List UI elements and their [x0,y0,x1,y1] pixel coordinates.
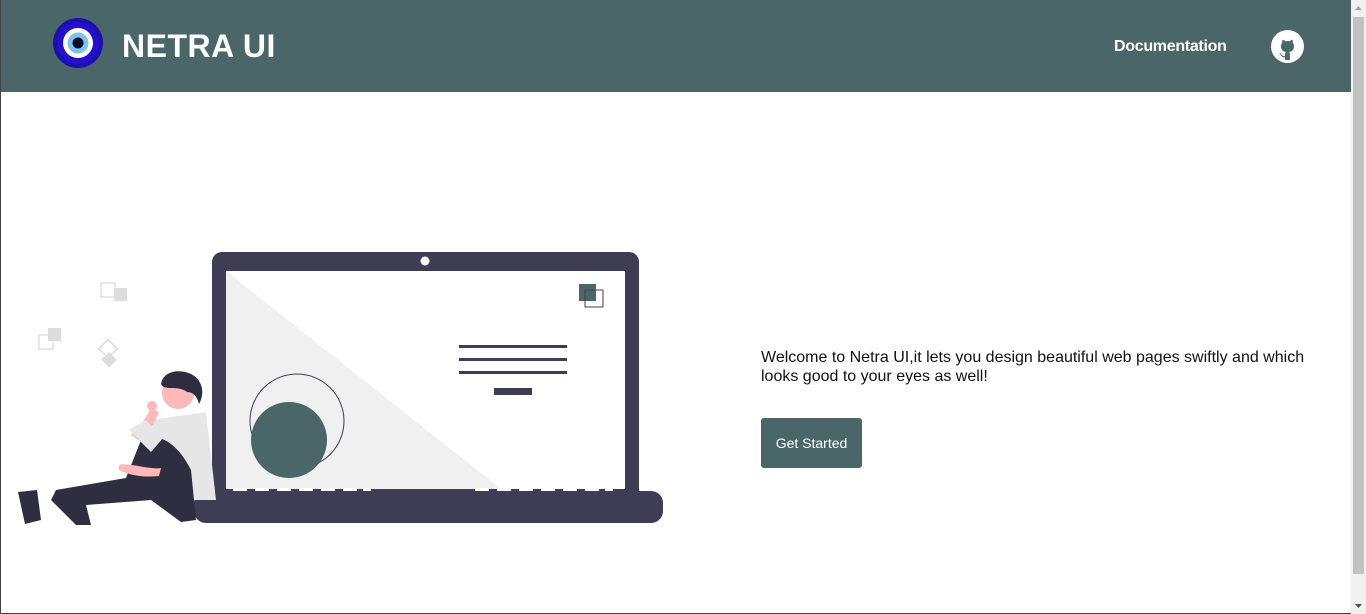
evil-eye-icon [53,18,103,68]
hero-description: Welcome to Netra UI,it lets you design b… [761,349,1305,385]
page: NETRA UI Documentation Welcome to Netra … [0,0,1351,614]
person-leaning-on-laptop-illustration [18,252,663,525]
scroll-up-icon[interactable] [1351,0,1366,16]
scroll-down-icon[interactable] [1351,598,1366,614]
github-icon[interactable] [1271,30,1304,63]
person-figure [18,371,216,525]
floating-squares-icon [38,282,127,368]
navbar: NETRA UI Documentation [1,0,1351,92]
documentation-link[interactable]: Documentation [1114,36,1227,58]
scrollbar-thumb[interactable] [1353,17,1364,574]
get-started-button[interactable]: Get Started [761,418,862,468]
brand-title[interactable]: NETRA UI [122,26,276,66]
